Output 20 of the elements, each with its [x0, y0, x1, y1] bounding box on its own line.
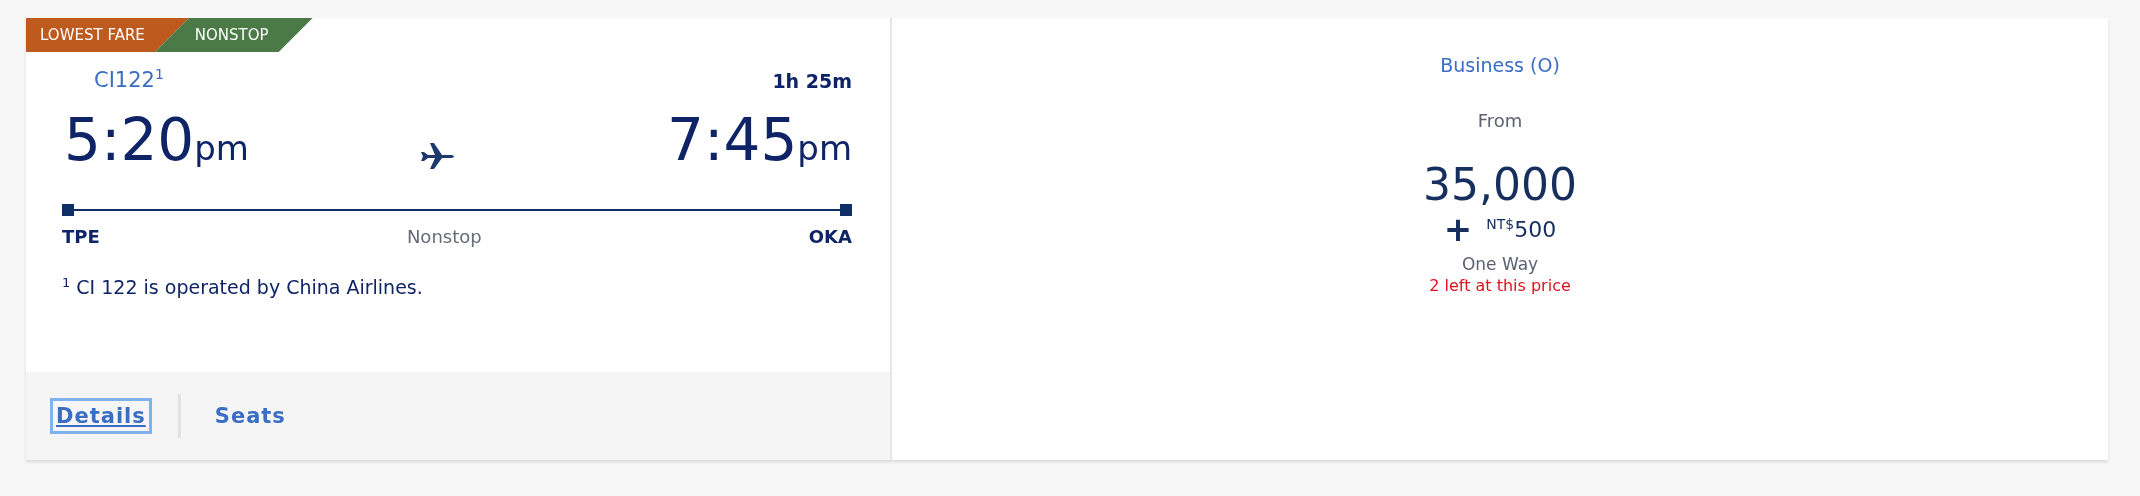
fare-tag: LOWEST FARE: [26, 18, 189, 52]
seats-left: 2 left at this price: [1429, 276, 1571, 295]
cash-price: $^{NT$}$500: [1486, 215, 1557, 243]
fare-panel[interactable]: Business (O) From 35,000 + $^{NT$}$500 One Way 2 left at this price: [892, 18, 2108, 460]
arrival-time: 7:45 pm: [667, 106, 852, 174]
from-label: From: [1477, 110, 1523, 131]
origin-airport: TPE: [62, 226, 100, 247]
flight-duration: 1h 25m: [772, 70, 852, 92]
tab-link[interactable]: Seats: [208, 398, 292, 434]
trip-type: One Way: [1461, 254, 1539, 274]
flight-number[interactable]: CI122$^{1}$: [94, 66, 164, 92]
destination-airport: OKA: [808, 226, 852, 247]
departure-time: 5:20pm: [64, 106, 249, 174]
airplane-icon: [420, 141, 456, 169]
plus-sign: +: [1443, 212, 1473, 246]
tab-link[interactable]: Details: [50, 398, 152, 434]
footnote: $^{1}$ CI 122 is operated by China Airlines.: [62, 275, 424, 299]
cabin-class: Business (O): [1440, 54, 1560, 76]
stops-label: Nonstop: [406, 226, 482, 247]
miles-price: 35,000: [1423, 159, 1577, 210]
